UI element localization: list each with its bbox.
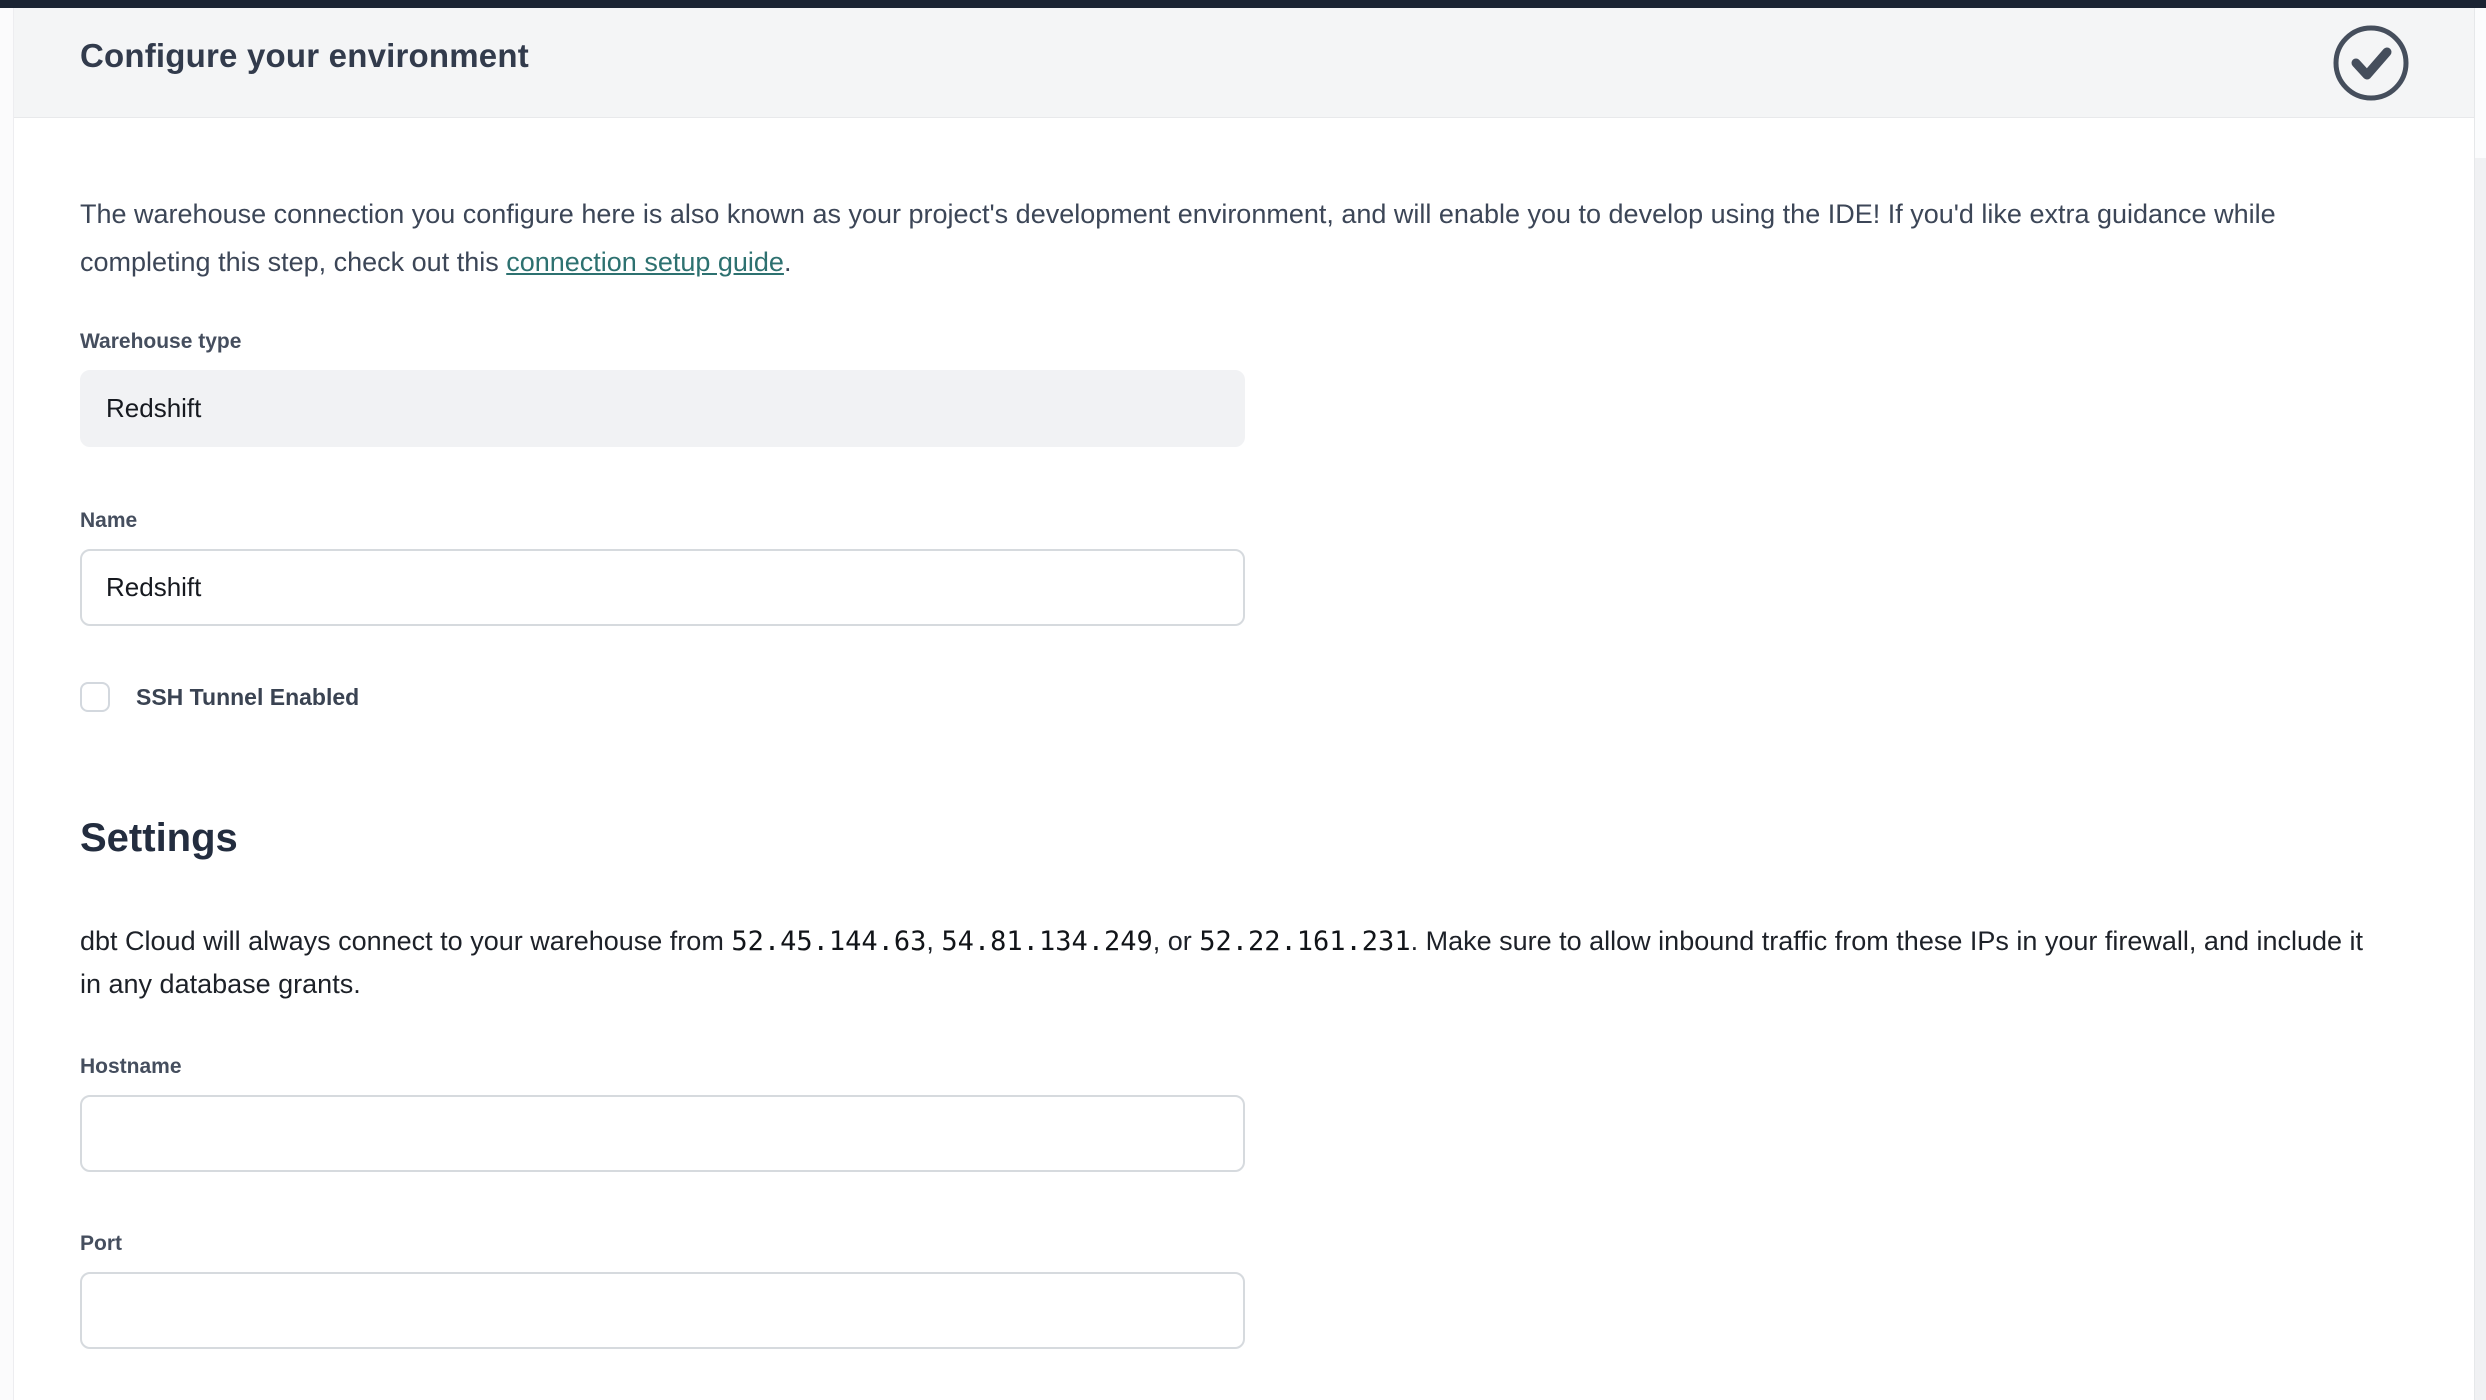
page-left-margin xyxy=(0,8,14,1400)
note-sep-1: , xyxy=(926,926,941,956)
step-complete-check-icon xyxy=(2331,23,2411,103)
note-sep-2: , or xyxy=(1153,926,1200,956)
scrollbar-thumb[interactable] xyxy=(2475,8,2486,158)
scrollbar-track[interactable] xyxy=(2474,8,2486,1400)
hostname-label: Hostname xyxy=(80,1053,2409,1081)
panel-header: Configure your environment xyxy=(14,8,2475,118)
note-text-1: dbt Cloud will always connect to your wa… xyxy=(80,926,731,956)
ip-allowlist-note: dbt Cloud will always connect to your wa… xyxy=(80,920,2390,1005)
warehouse-type-label: Warehouse type xyxy=(80,328,2409,356)
hostname-input[interactable] xyxy=(80,1095,1245,1172)
environment-config-panel: Configure your environment The warehouse… xyxy=(14,8,2475,1400)
panel-body: The warehouse connection you configure h… xyxy=(14,190,2475,1349)
ip-address-3: 52.22.161.231 xyxy=(1199,926,1410,957)
ssh-tunnel-label[interactable]: SSH Tunnel Enabled xyxy=(136,684,359,711)
port-input[interactable] xyxy=(80,1272,1245,1349)
intro-text-before: The warehouse connection you configure h… xyxy=(80,199,2276,277)
settings-heading: Settings xyxy=(80,816,2409,860)
warehouse-type-value: Redshift xyxy=(106,393,201,424)
ssh-tunnel-checkbox[interactable] xyxy=(80,682,110,712)
top-accent-bar xyxy=(0,0,2486,8)
name-input[interactable] xyxy=(80,549,1245,626)
ip-address-2: 54.81.134.249 xyxy=(941,926,1152,957)
connection-setup-guide-link[interactable]: connection setup guide xyxy=(506,247,784,277)
warehouse-type-field: Redshift xyxy=(80,370,1245,447)
name-label: Name xyxy=(80,507,2409,535)
intro-paragraph: The warehouse connection you configure h… xyxy=(80,190,2360,286)
port-label: Port xyxy=(80,1230,2409,1258)
page-title: Configure your environment xyxy=(80,37,529,75)
ssh-tunnel-row: SSH Tunnel Enabled xyxy=(80,682,2409,712)
ip-address-1: 52.45.144.63 xyxy=(731,926,926,957)
intro-text-after: . xyxy=(784,247,792,277)
